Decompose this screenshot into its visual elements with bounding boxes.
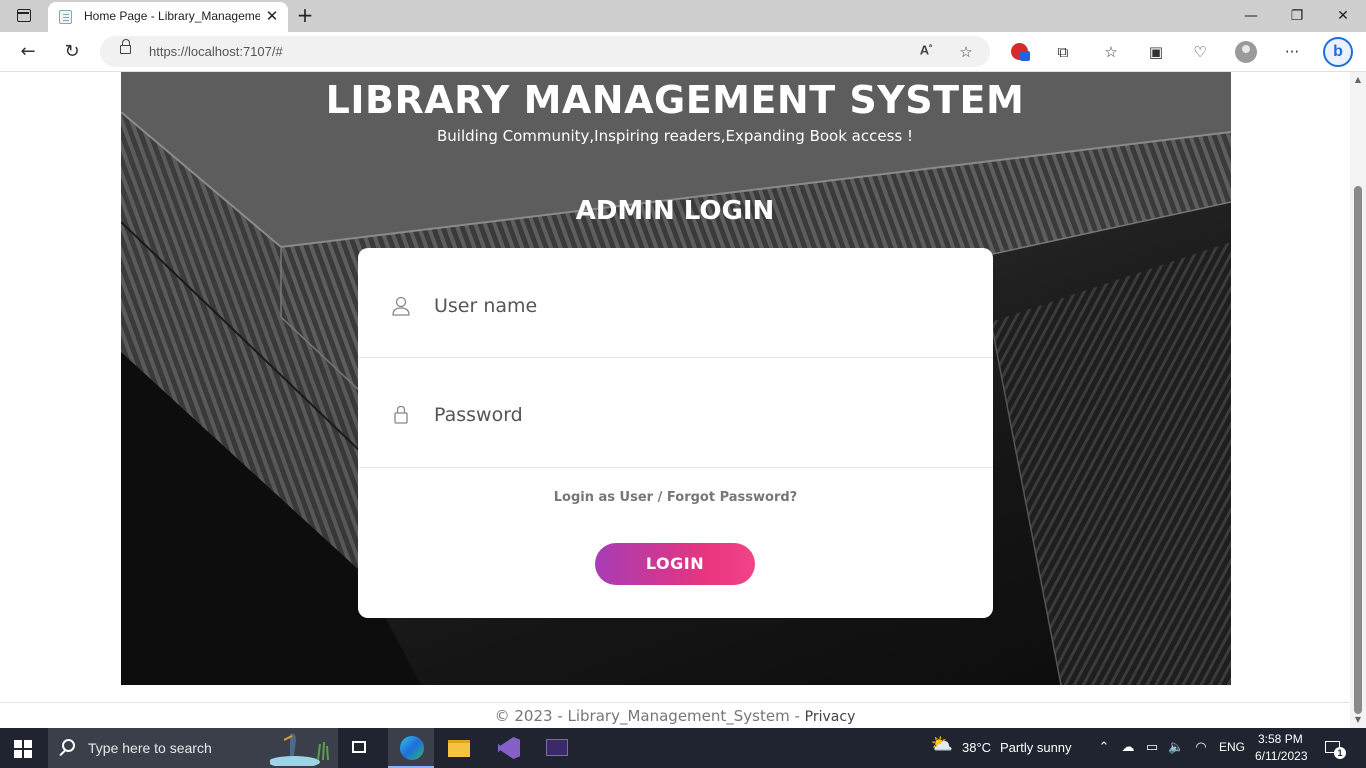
address-bar[interactable]: https://localhost:7107/# Aᵃ ☆: [100, 36, 990, 67]
file-explorer-icon[interactable]: [436, 728, 482, 768]
password-input[interactable]: [434, 400, 954, 430]
page-favicon-icon: [59, 10, 72, 24]
collections-icon[interactable]: ▣: [1145, 41, 1167, 63]
back-arrow-icon[interactable]: ←: [16, 40, 40, 64]
site-tagline: Building Community,Inspiring readers,Exp…: [436, 127, 913, 145]
vertical-scrollbar[interactable]: ▲ ▼: [1350, 72, 1366, 728]
volume-icon[interactable]: 🔈: [1168, 740, 1184, 756]
page-viewport: LIBRARY MANAGEMENT SYSTEM Building Commu…: [0, 72, 1350, 728]
onedrive-icon[interactable]: ☁: [1120, 740, 1136, 756]
bing-copilot-icon[interactable]: b: [1323, 37, 1353, 67]
close-tab-icon[interactable]: ✕: [264, 8, 280, 24]
new-tab-icon[interactable]: +: [294, 4, 316, 26]
password-row: [358, 358, 993, 468]
admin-login-heading: ADMIN LOGIN: [575, 196, 775, 226]
weather-text[interactable]: Partly sunny: [1000, 740, 1072, 755]
link-separator: /: [657, 490, 667, 505]
footer-text: © 2023 - Library_Management_System - Pri…: [0, 707, 1350, 725]
clock-date[interactable]: 6/11/2023: [1255, 749, 1308, 763]
user-icon: [392, 296, 410, 316]
footer: © 2023 - Library_Management_System - Pri…: [0, 702, 1350, 728]
visual-studio-icon[interactable]: [486, 728, 532, 768]
windows-taskbar: Type here to search ⛅ 38°C Partly sunny …: [0, 728, 1366, 768]
scroll-thumb[interactable]: [1354, 186, 1362, 714]
scroll-down-icon[interactable]: ▼: [1354, 716, 1362, 724]
privacy-link[interactable]: Privacy: [805, 709, 856, 725]
close-window-icon[interactable]: ✕: [1333, 6, 1353, 26]
username-row: [358, 248, 993, 358]
chevron-up-icon[interactable]: ⌃: [1096, 740, 1112, 756]
notifications-icon[interactable]: 1: [1324, 739, 1346, 759]
more-options-icon[interactable]: ···: [1281, 41, 1303, 63]
search-highlight-heron-icon: [270, 733, 329, 766]
wifi-icon[interactable]: ◠: [1193, 740, 1209, 756]
language-indicator[interactable]: ENG: [1219, 740, 1245, 754]
restore-icon[interactable]: ❐: [1287, 6, 1307, 26]
lock-icon: [394, 405, 408, 424]
favorites-icon[interactable]: ☆: [1100, 41, 1122, 63]
favorite-star-icon[interactable]: ☆: [956, 42, 976, 62]
username-input[interactable]: [434, 291, 954, 321]
browser-tab[interactable]: Home Page - Library_Management_System ✕: [48, 2, 288, 32]
login-links: Login as User / Forgot Password?: [358, 490, 993, 505]
scroll-up-icon[interactable]: ▲: [1354, 76, 1362, 84]
weather-partly-sunny-icon[interactable]: ⛅: [930, 736, 954, 759]
search-icon: [62, 739, 75, 752]
browser-tab-bar: Home Page - Library_Management_System ✕ …: [0, 0, 1366, 32]
battery-icon[interactable]: ▭: [1144, 740, 1160, 756]
login-as-user-link[interactable]: Login as User: [554, 490, 653, 505]
tab-actions-icon[interactable]: [10, 6, 38, 26]
extensions-puzzle-icon[interactable]: ⧉: [1052, 41, 1074, 63]
edge-taskbar-icon[interactable]: [388, 728, 434, 768]
read-aloud-icon[interactable]: Aᵃ: [916, 42, 936, 62]
browser-toolbar: ← ↻ https://localhost:7107/# Aᵃ ☆ ⧉ ☆ ▣ …: [0, 32, 1366, 72]
copyright-text: © 2023 - Library_Management_System -: [494, 707, 805, 725]
search-placeholder: Type here to search: [88, 740, 212, 756]
notification-count: 1: [1334, 747, 1346, 759]
browser-essentials-icon[interactable]: ♡: [1189, 41, 1211, 63]
forgot-password-link[interactable]: Forgot Password?: [667, 490, 797, 505]
extension-icon[interactable]: [1011, 43, 1030, 61]
lock-icon[interactable]: [120, 39, 131, 54]
terminal-icon[interactable]: [534, 728, 580, 768]
tab-title: Home Page - Library_Management_System: [84, 9, 260, 23]
task-view-icon[interactable]: [338, 728, 384, 768]
refresh-icon[interactable]: ↻: [60, 40, 84, 64]
clock-time[interactable]: 3:58 PM: [1258, 732, 1303, 746]
taskbar-search[interactable]: Type here to search: [48, 728, 338, 768]
login-button[interactable]: LOGIN: [595, 543, 755, 585]
site-title: LIBRARY MANAGEMENT SYSTEM: [325, 78, 1025, 122]
login-card: Login as User / Forgot Password? LOGIN: [358, 248, 993, 618]
windows-start-icon[interactable]: [14, 740, 32, 758]
minimize-icon[interactable]: —: [1241, 6, 1261, 26]
temperature[interactable]: 38°C: [962, 740, 991, 755]
profile-avatar-icon[interactable]: [1235, 41, 1257, 63]
url-text[interactable]: https://localhost:7107/#: [149, 44, 283, 59]
